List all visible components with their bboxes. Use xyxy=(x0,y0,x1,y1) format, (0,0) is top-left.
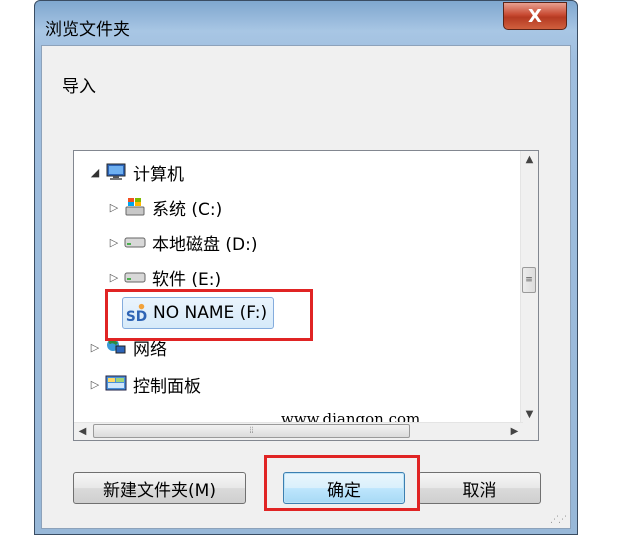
horizontal-scrollbar[interactable]: ◀ ⦙⦙ ▶ xyxy=(74,422,523,440)
scrollbar-corner xyxy=(521,423,538,440)
collapsed-arrow-icon[interactable]: ▷ xyxy=(107,236,121,249)
collapsed-arrow-icon[interactable]: ▷ xyxy=(107,201,121,214)
tree-item-drive-e[interactable]: ▷ 软件 (E:) xyxy=(107,262,221,292)
highlight-box-ok-button xyxy=(264,455,420,511)
scroll-up-icon[interactable]: ▲ xyxy=(521,151,538,168)
horizontal-scroll-thumb[interactable]: ⦙⦙ xyxy=(93,424,410,438)
tree-item-label: 本地磁盘 (D:) xyxy=(152,234,258,255)
tree-item-control-panel[interactable]: ▷ 控制面板 xyxy=(88,369,201,399)
vertical-scroll-thumb[interactable]: ≡ xyxy=(522,267,536,293)
collapsed-arrow-icon[interactable]: ▷ xyxy=(88,341,102,354)
tree-item-drive-d[interactable]: ▷ 本地磁盘 (D:) xyxy=(107,227,258,257)
vertical-scrollbar[interactable]: ▲ ≡ ▼ xyxy=(520,151,538,423)
control-panel-icon xyxy=(105,374,127,394)
close-icon: X xyxy=(528,5,542,27)
dialog-title: 浏览文件夹 xyxy=(45,20,130,40)
resize-grip-icon[interactable]: ⋰⋰ xyxy=(550,515,567,525)
scroll-down-icon[interactable]: ▼ xyxy=(521,406,538,423)
highlight-box-drive-f xyxy=(105,289,313,341)
system-drive-icon xyxy=(124,197,146,217)
computer-icon xyxy=(105,162,127,182)
tree-item-drive-c[interactable]: ▷ 系统 (C:) xyxy=(107,192,222,222)
tree-item-label: 控制面板 xyxy=(133,376,201,397)
collapsed-arrow-icon[interactable]: ▷ xyxy=(88,378,102,391)
tree-item-computer[interactable]: ◢ 计算机 xyxy=(88,157,184,187)
cancel-button[interactable]: 取消 xyxy=(418,472,541,504)
hard-drive-icon xyxy=(124,267,146,287)
expanded-arrow-icon[interactable]: ◢ xyxy=(88,166,102,179)
dialog-description: 导入 xyxy=(62,77,96,97)
scroll-left-icon[interactable]: ◀ xyxy=(74,423,91,440)
tree-item-label: 计算机 xyxy=(133,164,184,185)
new-folder-button[interactable]: 新建文件夹(M) xyxy=(73,472,246,504)
close-button[interactable]: X xyxy=(503,2,567,30)
hard-drive-icon xyxy=(124,232,146,252)
tree-item-label: 系统 (C:) xyxy=(152,199,223,220)
collapsed-arrow-icon[interactable]: ▷ xyxy=(107,271,121,284)
tree-item-label: 软件 (E:) xyxy=(152,269,222,290)
